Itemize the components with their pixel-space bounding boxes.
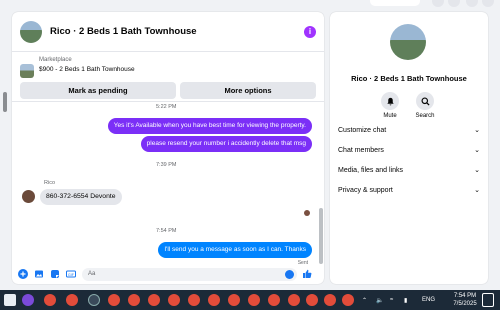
chrome-icon[interactable] bbox=[128, 294, 140, 306]
search-label: Search bbox=[415, 113, 435, 119]
chrome-icon[interactable] bbox=[342, 294, 354, 306]
outgoing-message[interactable]: I'll send you a message as soon as I can… bbox=[158, 242, 312, 258]
chat-panel: Rico · 2 Beds 1 Bath Townhouse i Marketp… bbox=[12, 12, 324, 284]
taskbar-clock[interactable]: 7:54 PM 7/5/2025 bbox=[450, 292, 480, 308]
timestamp: 7:39 PM bbox=[156, 162, 177, 168]
like-icon[interactable] bbox=[302, 269, 312, 279]
search-button[interactable]: Search bbox=[410, 92, 440, 119]
chrome-icon[interactable] bbox=[188, 294, 200, 306]
chrome-icon[interactable] bbox=[268, 294, 280, 306]
chrome-icon[interactable] bbox=[248, 294, 260, 306]
conversation-avatar[interactable] bbox=[390, 24, 426, 60]
composer-bar: GIF Aa bbox=[12, 264, 324, 284]
bell-icon bbox=[381, 92, 399, 110]
chevron-down-icon: ⌄ bbox=[474, 147, 480, 154]
clock-date: 7/5/2025 bbox=[453, 301, 477, 307]
windows-taskbar: ⌃ 🔈 ≈ ▮ ENG 7:54 PM 7/5/2025 bbox=[0, 290, 500, 310]
photo-icon[interactable] bbox=[34, 269, 44, 279]
chrome-icon[interactable] bbox=[168, 294, 180, 306]
top-notifications-icon[interactable] bbox=[466, 0, 478, 7]
sticker-icon[interactable] bbox=[50, 269, 60, 279]
chrome-icon[interactable] bbox=[228, 294, 240, 306]
chevron-down-icon: ⌄ bbox=[474, 127, 480, 134]
search-icon bbox=[416, 92, 434, 110]
chat-members-item[interactable]: Chat members ⌄ bbox=[338, 146, 480, 155]
privacy-support-label: Privacy & support bbox=[338, 186, 393, 194]
svg-text:GIF: GIF bbox=[68, 273, 75, 277]
top-search-pill[interactable] bbox=[370, 0, 420, 6]
marketplace-label: Marketplace bbox=[39, 57, 72, 63]
timestamp: 7:54 PM bbox=[156, 228, 177, 234]
customize-chat-label: Customize chat bbox=[338, 126, 387, 134]
wifi-icon[interactable]: ≈ bbox=[390, 290, 393, 310]
sender-avatar[interactable] bbox=[22, 190, 35, 203]
top-menu-icon[interactable] bbox=[432, 0, 444, 7]
chat-scrollbar[interactable] bbox=[319, 208, 323, 264]
chrome-icon[interactable] bbox=[66, 294, 78, 306]
language-indicator[interactable]: ENG bbox=[422, 290, 435, 310]
outgoing-message[interactable]: Yes it's Available when you have best ti… bbox=[107, 118, 312, 134]
chrome-icon[interactable] bbox=[44, 294, 56, 306]
chat-title[interactable]: Rico · 2 Beds 1 Bath Townhouse bbox=[50, 26, 304, 37]
chrome-icon[interactable] bbox=[148, 294, 160, 306]
chrome-icon[interactable] bbox=[208, 294, 220, 306]
info-icon[interactable]: i bbox=[304, 25, 316, 38]
chat-header: Rico · 2 Beds 1 Bath Townhouse i bbox=[12, 12, 324, 52]
incoming-message[interactable]: 860-372-6554 Devonte bbox=[40, 189, 122, 205]
conversation-title: Rico · 2 Beds 1 Bath Townhouse bbox=[351, 74, 467, 83]
top-profile-avatar[interactable] bbox=[482, 0, 494, 7]
add-icon[interactable] bbox=[18, 269, 28, 279]
mute-label: Mute bbox=[383, 113, 397, 119]
page-scroll-arrows[interactable] bbox=[2, 92, 8, 117]
tray-chevron-icon[interactable]: ⌃ bbox=[362, 290, 367, 310]
chevron-down-icon: ⌄ bbox=[474, 187, 480, 194]
chat-avatar[interactable] bbox=[20, 20, 42, 43]
emoji-icon[interactable] bbox=[285, 269, 294, 279]
start-icon[interactable] bbox=[4, 294, 16, 306]
conversation-info-panel: Rico · 2 Beds 1 Bath Townhouse Mute Sear… bbox=[330, 12, 488, 284]
more-options-button[interactable]: More options bbox=[180, 82, 316, 99]
battery-icon[interactable]: ▮ bbox=[404, 290, 407, 310]
listing-title[interactable]: $900 - 2 Beds 1 Bath Townhouse bbox=[39, 66, 135, 73]
timestamp: 5:22 PM bbox=[156, 104, 177, 110]
clock-time: 7:54 PM bbox=[453, 293, 477, 299]
chat-members-label: Chat members bbox=[338, 146, 384, 154]
sender-name: Rico bbox=[44, 180, 56, 186]
listing-thumbnail[interactable] bbox=[20, 64, 34, 78]
message-input[interactable]: Aa bbox=[82, 267, 297, 281]
taskbar-app-icon[interactable] bbox=[22, 294, 34, 306]
chrome-icon[interactable] bbox=[88, 294, 100, 306]
volume-icon[interactable]: 🔈 bbox=[376, 290, 383, 310]
message-list: 5:22 PM Yes it's Available when you have… bbox=[12, 102, 324, 268]
top-messenger-icon[interactable] bbox=[448, 0, 460, 7]
scroll-handle-icon[interactable] bbox=[2, 92, 8, 112]
chrome-icon[interactable] bbox=[324, 294, 336, 306]
chevron-down-icon: ⌄ bbox=[474, 167, 480, 174]
mark-pending-button[interactable]: Mark as pending bbox=[20, 82, 176, 99]
browser-top-strip bbox=[0, 0, 500, 8]
media-files-links-label: Media, files and links bbox=[338, 166, 403, 174]
chrome-icon[interactable] bbox=[306, 294, 318, 306]
privacy-support-item[interactable]: Privacy & support ⌄ bbox=[338, 186, 480, 195]
mute-button[interactable]: Mute bbox=[375, 92, 405, 119]
customize-chat-item[interactable]: Customize chat ⌄ bbox=[338, 126, 480, 135]
gif-icon[interactable]: GIF bbox=[66, 269, 76, 279]
media-files-links-item[interactable]: Media, files and links ⌄ bbox=[338, 166, 480, 175]
outgoing-message[interactable]: please resend your number i accidently d… bbox=[140, 136, 312, 152]
notification-center-icon[interactable] bbox=[482, 293, 494, 307]
chrome-icon[interactable] bbox=[108, 294, 120, 306]
seen-indicator-avatar bbox=[304, 210, 310, 216]
chrome-icon[interactable] bbox=[288, 294, 300, 306]
marketplace-banner: Marketplace $900 - 2 Beds 1 Bath Townhou… bbox=[12, 52, 324, 102]
